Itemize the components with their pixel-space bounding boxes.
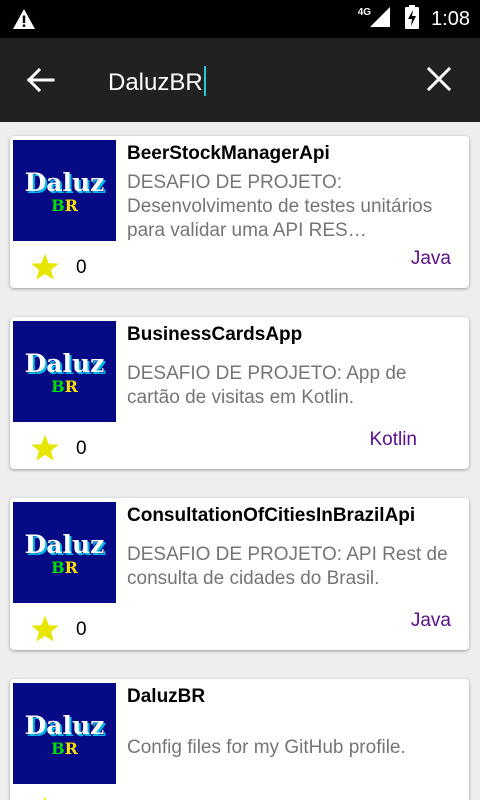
search-query-text: DaluzBR [108, 69, 203, 96]
repo-language: Kotlin [369, 429, 417, 450]
repo-name: DaluzBR [127, 686, 206, 707]
repo-description: Config files for my GitHub profile. [127, 737, 406, 758]
avatar: Daluz BR [13, 140, 116, 241]
status-bar: 4G 1:08 [0, 0, 480, 38]
network-type-label: 4G [357, 6, 372, 18]
battery-charging-icon [405, 4, 420, 34]
logo-text-top: Daluz [24, 711, 105, 740]
avatar: Daluz BR [13, 683, 116, 784]
logo-text-top: Daluz [24, 168, 105, 197]
stars-count: 0 [76, 619, 87, 640]
repo-card[interactable]: Daluz BR BusinessCardsApp DESAFIO DE PRO… [10, 317, 469, 469]
text-cursor [203, 66, 206, 96]
repo-description: DESAFIO DE PROJETO: Desenvolvimento de t… [127, 172, 433, 241]
repo-description: DESAFIO DE PROJETO: App de cartão de vis… [127, 363, 407, 408]
logo-text-bottom: BR [51, 196, 78, 215]
logo-text-top: Daluz [24, 530, 105, 559]
stars-count: 0 [76, 257, 87, 278]
avatar: Daluz BR [13, 321, 116, 422]
back-arrow-icon[interactable] [26, 66, 56, 94]
status-time: 1:08 [431, 7, 470, 30]
logo-text-top: Daluz [24, 349, 105, 378]
warning-icon [12, 8, 36, 35]
star-icon [30, 433, 60, 463]
repo-language: Java [410, 248, 451, 269]
search-input[interactable]: DaluzBR [108, 66, 206, 97]
star-icon [30, 252, 60, 282]
close-icon[interactable] [426, 66, 452, 92]
signal-icon [369, 6, 391, 33]
star-icon [30, 614, 60, 644]
repo-language: Java [410, 610, 451, 631]
logo-text-bottom: BR [51, 558, 78, 577]
stars-count: 0 [76, 438, 87, 459]
search-app-bar: DaluzBR [0, 38, 480, 122]
repo-card[interactable]: Daluz BR ConsultationOfCitiesInBrazilApi… [10, 498, 469, 650]
repo-name: BusinessCardsApp [127, 324, 303, 345]
logo-text-bottom: BR [51, 377, 78, 396]
star-icon [30, 795, 60, 800]
repo-card[interactable]: Daluz BR BeerStockManagerApi DESAFIO DE … [10, 136, 469, 288]
avatar: Daluz BR [13, 502, 116, 603]
repo-description: DESAFIO DE PROJETO: API Rest de consulta… [127, 544, 448, 589]
repo-card[interactable]: Daluz BR DaluzBR Config files for my Git… [10, 679, 469, 800]
repo-name: BeerStockManagerApi [127, 143, 330, 164]
repository-list[interactable]: Daluz BR BeerStockManagerApi DESAFIO DE … [0, 122, 480, 800]
repo-name: ConsultationOfCitiesInBrazilApi [127, 505, 416, 526]
logo-text-bottom: BR [51, 739, 78, 758]
status-right-group: 4G 1:08 [358, 0, 470, 38]
